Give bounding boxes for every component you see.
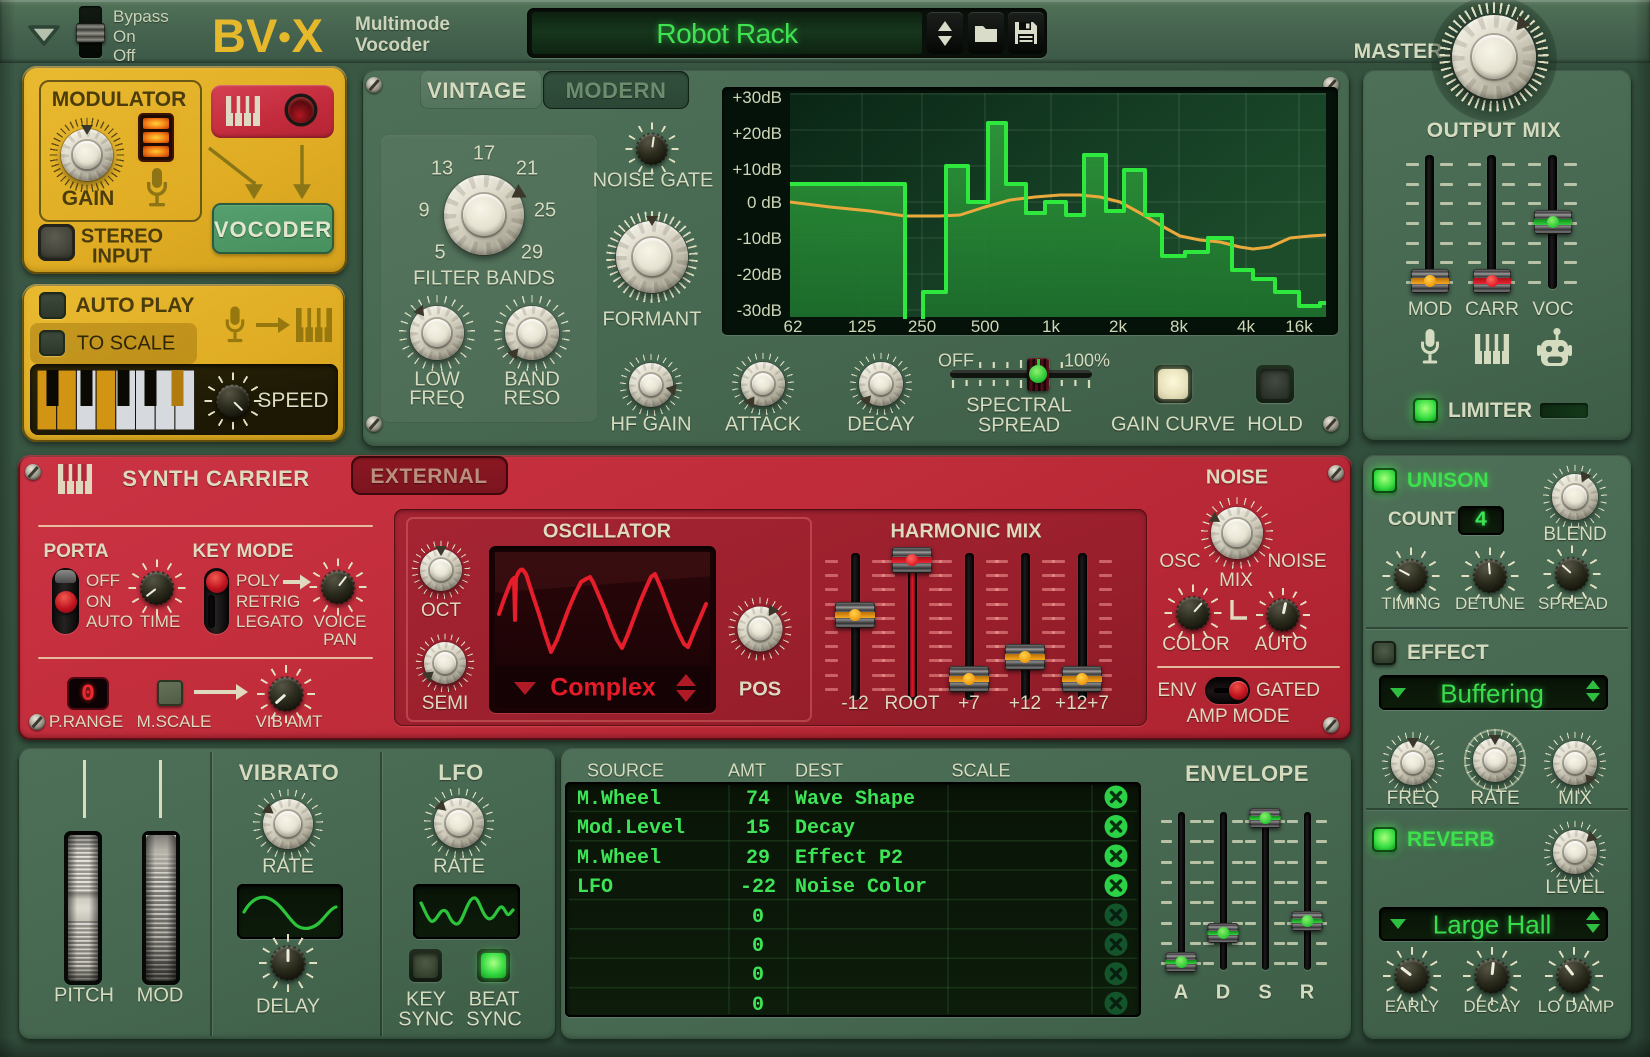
svg-text:0: 0 [752,906,764,929]
svg-text:M.Wheel: M.Wheel [577,788,661,811]
svg-text:125: 125 [848,317,876,335]
svg-text:500: 500 [971,317,999,335]
svg-text:M.Wheel: M.Wheel [577,847,661,870]
svg-text:1k: 1k [1042,317,1060,335]
svg-text:2k: 2k [1109,317,1127,335]
svg-text:+10dB: +10dB [732,160,782,179]
svg-text:+30dB: +30dB [732,88,782,107]
svg-text:Effect P2: Effect P2 [795,847,903,870]
svg-text:250: 250 [908,317,936,335]
svg-text:0: 0 [752,994,764,1017]
svg-text:62: 62 [784,317,803,335]
svg-text:-20dB: -20dB [737,265,782,284]
svg-text:29: 29 [746,847,770,870]
svg-text:Decay: Decay [795,817,855,840]
svg-text:16k: 16k [1285,317,1313,335]
svg-text:8k: 8k [1170,317,1188,335]
svg-text:Wave Shape: Wave Shape [795,788,915,811]
svg-text:+20dB: +20dB [732,124,782,143]
svg-text:-30dB: -30dB [737,301,782,320]
svg-text:15: 15 [746,817,770,840]
svg-text:0: 0 [752,964,764,987]
svg-text:Noise Color: Noise Color [795,876,927,899]
svg-text:Mod.Level: Mod.Level [577,817,685,840]
svg-text:-10dB: -10dB [737,229,782,248]
svg-text:4k: 4k [1237,317,1255,335]
svg-text:0: 0 [752,935,764,958]
svg-text:74: 74 [746,788,770,811]
svg-text:0 dB: 0 dB [747,193,782,212]
svg-text:LFO: LFO [577,876,613,899]
svg-text:-22: -22 [740,876,776,899]
